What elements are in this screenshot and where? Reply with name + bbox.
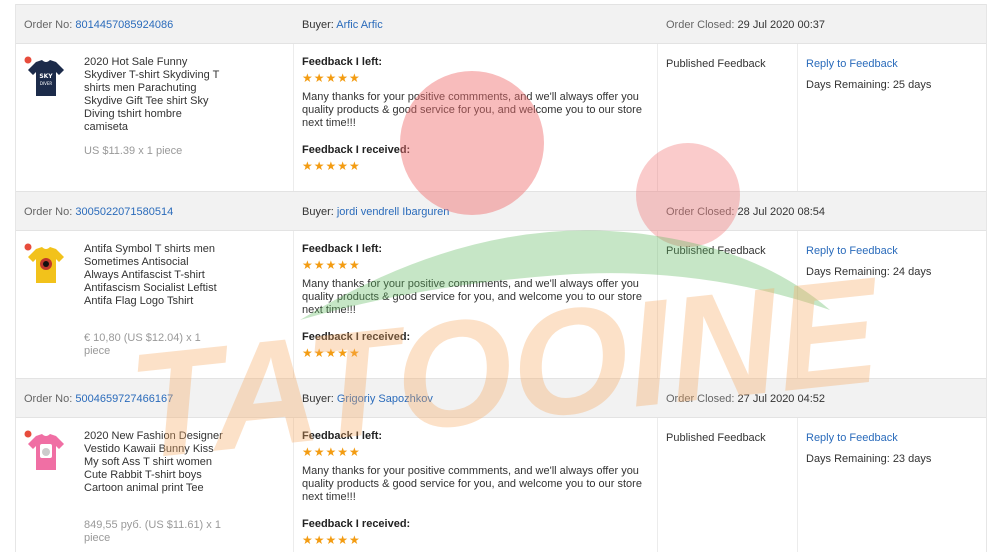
reply-to-feedback-link[interactable]: Reply to Feedback: [806, 58, 898, 70]
order-header: Order No: 8014457085924086 Buyer: Arfic …: [16, 4, 986, 44]
days-remaining: Days Remaining: 25 days: [806, 79, 932, 91]
reply-to-feedback-link[interactable]: Reply to Feedback: [806, 432, 898, 444]
action-cell: Reply to Feedback Days Remaining: 24 day…: [798, 231, 988, 378]
product-cell: SKY DIVER 2020 Hot Sale Funny Skydiver T…: [16, 44, 294, 191]
reply-to-feedback-link[interactable]: Reply to Feedback: [806, 245, 898, 257]
order-card: Order No: 5004659727466167 Buyer: Grigor…: [15, 378, 987, 552]
buyer-link[interactable]: Grigoriy Sapozhkov: [337, 393, 433, 405]
order-number: Order No: 3005022071580514: [24, 206, 174, 218]
feedback-cell: Feedback I left: ★★★★★ Many thanks for y…: [294, 418, 658, 552]
action-cell: Reply to Feedback Days Remaining: 23 day…: [798, 418, 988, 552]
order-number-link[interactable]: 5004659727466167: [75, 393, 173, 405]
product-name[interactable]: Antifa Symbol T shirts men Sometimes Ant…: [84, 243, 224, 308]
feedback-left-label: Feedback I left:: [302, 430, 383, 442]
feedback-received-label: Feedback I received:: [302, 518, 411, 530]
feedback-cell: Feedback I left: ★★★★★ Many thanks for y…: [294, 44, 658, 191]
feedback-left-text: Many thanks for your positive commments,…: [302, 91, 642, 129]
order-number-link[interactable]: 8014457085924086: [75, 19, 173, 31]
order-closed-date: Order Closed: 27 Jul 2020 04:52: [666, 393, 826, 405]
order-body: Antifa Symbol T shirts men Sometimes Ant…: [16, 231, 986, 378]
days-remaining: Days Remaining: 23 days: [806, 453, 932, 465]
feedback-status: Published Feedback: [666, 245, 766, 257]
order-header: Order No: 3005022071580514 Buyer: jordi …: [16, 191, 986, 231]
feedback-left-stars: ★★★★★: [302, 445, 361, 459]
product-price: € 10,80 (US $12.04) x 1 piece: [84, 332, 201, 357]
product-price: 849,55 руб. (US $11.61) x 1 piece: [84, 519, 221, 544]
product-name[interactable]: 2020 Hot Sale Funny Skydiver T-shirt Sky…: [84, 56, 224, 134]
order-number: Order No: 8014457085924086: [24, 19, 174, 31]
svg-text:SKY: SKY: [39, 73, 53, 80]
feedback-left-text: Many thanks for your positive commments,…: [302, 465, 642, 503]
feedback-received-label: Feedback I received:: [302, 144, 411, 156]
buyer-info: Buyer: Arfic Arfic: [302, 19, 383, 31]
pink-tshirt-icon[interactable]: [24, 430, 68, 474]
product-price: US $11.39 x 1 piece: [84, 145, 183, 157]
order-number: Order No: 5004659727466167: [24, 393, 174, 405]
feedback-received-label: Feedback I received:: [302, 331, 411, 343]
order-closed-date: Order Closed: 28 Jul 2020 08:54: [666, 206, 826, 218]
order-number-link[interactable]: 3005022071580514: [75, 206, 173, 218]
order-card: Order No: 8014457085924086 Buyer: Arfic …: [15, 4, 987, 191]
order-body: 2020 New Fashion Designer Vestido Kawaii…: [16, 418, 986, 552]
feedback-cell: Feedback I left: ★★★★★ Many thanks for y…: [294, 231, 658, 378]
feedback-received-stars: ★★★★★: [302, 533, 361, 547]
status-cell: Published Feedback: [658, 231, 798, 378]
feedback-left-stars: ★★★★★: [302, 71, 361, 85]
action-cell: Reply to Feedback Days Remaining: 25 day…: [798, 44, 988, 191]
feedback-left-label: Feedback I left:: [302, 56, 383, 68]
svg-text:DIVER: DIVER: [40, 81, 53, 86]
yellow-tshirt-icon[interactable]: [24, 243, 68, 287]
order-closed-date: Order Closed: 29 Jul 2020 00:37: [666, 19, 826, 31]
navy-tshirt-icon[interactable]: SKY DIVER: [24, 56, 68, 100]
buyer-info: Buyer: Grigoriy Sapozhkov: [302, 393, 433, 405]
buyer-link[interactable]: jordi vendrell Ibarguren: [337, 206, 450, 218]
status-cell: Published Feedback: [658, 44, 798, 191]
feedback-left-stars: ★★★★★: [302, 258, 361, 272]
order-card: Order No: 3005022071580514 Buyer: jordi …: [15, 191, 987, 378]
order-body: SKY DIVER 2020 Hot Sale Funny Skydiver T…: [16, 44, 986, 191]
status-cell: Published Feedback: [658, 418, 798, 552]
product-name[interactable]: 2020 New Fashion Designer Vestido Kawaii…: [84, 430, 224, 495]
feedback-status: Published Feedback: [666, 58, 766, 70]
buyer-info: Buyer: jordi vendrell Ibarguren: [302, 206, 450, 218]
order-header: Order No: 5004659727466167 Buyer: Grigor…: [16, 378, 986, 418]
feedback-received-stars: ★★★★★: [302, 346, 361, 360]
feedback-left-text: Many thanks for your positive commments,…: [302, 278, 642, 316]
feedback-status: Published Feedback: [666, 432, 766, 444]
product-cell: Antifa Symbol T shirts men Sometimes Ant…: [16, 231, 294, 378]
feedback-received-stars: ★★★★★: [302, 159, 361, 173]
feedback-left-label: Feedback I left:: [302, 243, 383, 255]
product-cell: 2020 New Fashion Designer Vestido Kawaii…: [16, 418, 294, 552]
buyer-link[interactable]: Arfic Arfic: [336, 19, 382, 31]
days-remaining: Days Remaining: 24 days: [806, 266, 932, 278]
